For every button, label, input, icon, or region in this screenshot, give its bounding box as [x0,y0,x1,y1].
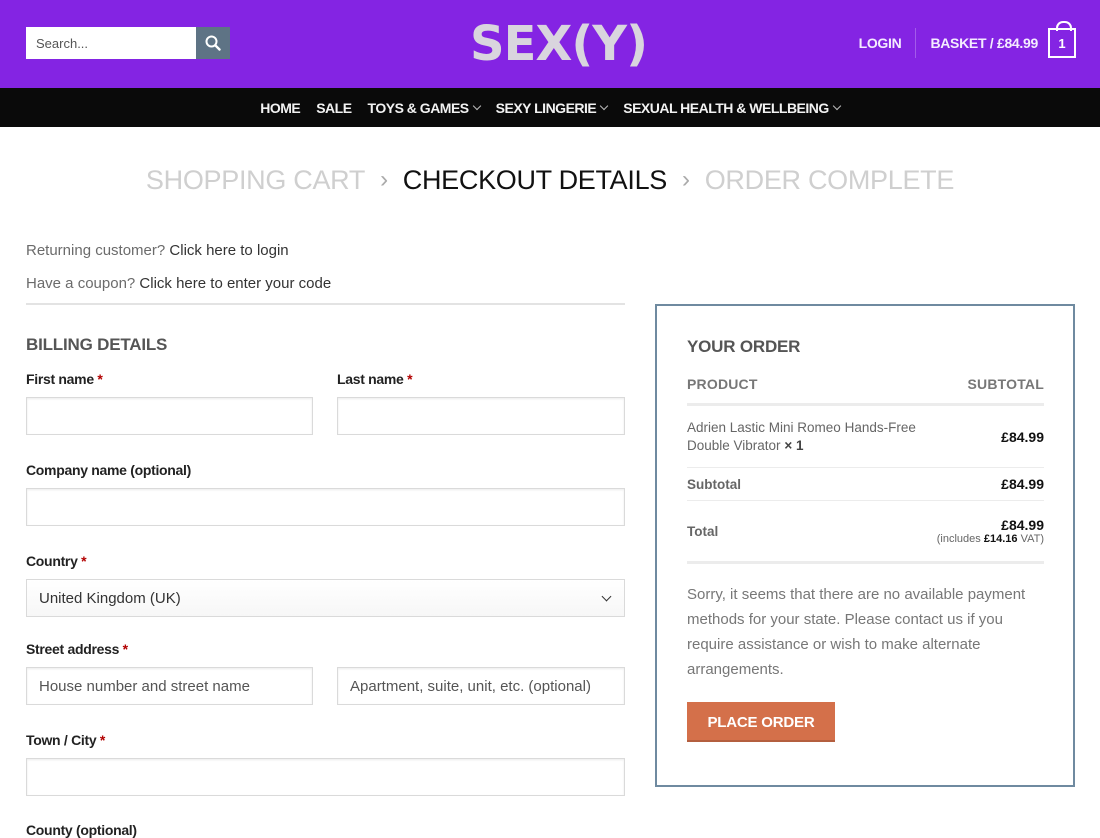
county-label-text: County (optional) [26,822,137,838]
site-header: SEX(Y) LOGIN BASKET / £84.99 1 [0,0,1100,88]
total-row: Total £84.99 (includes £14.16 VAT) [687,501,1044,564]
subtotal-column-header: SUBTOTAL [967,376,1044,392]
notice-divider [26,303,625,305]
step-order-complete: ORDER COMPLETE [704,164,955,195]
vat-note: (includes £14.16 VAT) [934,533,1044,546]
chevron-down-icon [600,101,609,110]
total-label: Total [687,523,719,539]
your-order-title: YOUR ORDER [687,337,801,356]
first-name-label: First name * [26,371,103,387]
town-city-label: Town / City * [26,732,105,748]
total-value: £84.99 [1001,516,1044,533]
nav-item-sale[interactable]: SALE [316,99,352,116]
main-nav: HOME SALE TOYS & GAMES SEXY LINGERIE SEX… [0,88,1100,127]
company-name-field[interactable] [26,488,625,526]
town-city-field[interactable] [26,758,625,796]
total-amount-block: £84.99 (includes £14.16 VAT) [934,517,1044,546]
street-address-label: Street address * [26,641,128,657]
company-name-label: Company name (optional) [26,462,191,478]
login-toggle-link[interactable]: Click here to login [169,242,288,259]
subtotal-label: Subtotal [687,476,741,492]
vat-amount: £14.16 [983,532,1018,545]
first-name-label-text: First name [26,371,94,387]
county-label: County (optional) [26,822,137,838]
step-shopping-cart[interactable]: SHOPPING CART [146,165,365,196]
required-marker: * [99,732,106,748]
header-divider [915,28,917,58]
coupon-text: Have a coupon? [26,275,136,292]
order-item-name: Adrien Lastic Mini Romeo Hands-Free Doub… [687,419,937,455]
returning-customer-text: Returning customer? [26,242,166,259]
last-name-label-text: Last name [337,371,404,387]
coupon-notice: Have a coupon? Click here to enter your … [26,275,331,292]
required-marker: * [122,641,128,657]
street-address-line2-field[interactable] [337,667,625,705]
street-address-line1-field[interactable] [26,667,313,705]
nav-item-sexual-health[interactable]: SEXUAL HEALTH & WELLBEING [623,99,842,116]
chevron-down-icon [472,101,481,110]
chevron-right-icon: › [682,166,690,193]
nav-item-label: SEXY LINGERIE [495,99,597,116]
search-form [26,27,230,59]
street-address-label-text: Street address [26,641,120,657]
nav-item-label: HOME [260,99,301,116]
login-link[interactable]: LOGIN [859,35,902,51]
country-label: Country * [26,553,87,569]
vat-suffix: VAT) [1020,532,1044,545]
search-input[interactable] [26,27,196,59]
nav-item-toys-games[interactable]: TOYS & GAMES [367,99,481,116]
required-marker: * [97,371,103,387]
cart-bag-icon[interactable]: 1 [1048,21,1076,58]
checkout-steps: SHOPPING CART › CHECKOUT DETAILS › ORDER… [0,160,1100,200]
place-order-button[interactable]: PLACE ORDER [687,702,835,742]
order-table-header: PRODUCT SUBTOTAL [687,376,1044,406]
town-city-label-text: Town / City [26,732,97,748]
required-marker: * [81,553,87,569]
order-item-row: Adrien Lastic Mini Romeo Hands-Free Doub… [687,406,1044,468]
order-item-price: £84.99 [1001,428,1044,445]
last-name-label: Last name * [337,371,413,387]
search-button[interactable] [196,27,230,59]
subtotal-value: £84.99 [1001,476,1044,492]
last-name-field[interactable] [337,397,625,435]
cart-count-badge: 1 [1058,35,1066,51]
vat-prefix: (includes [936,532,981,545]
billing-details-title: BILLING DETAILS [26,335,168,354]
required-marker: * [407,371,413,387]
chevron-down-icon [601,591,612,602]
order-review-box: YOUR ORDER PRODUCT SUBTOTAL Adrien Lasti… [655,304,1075,787]
nav-item-label: SEXUAL HEALTH & WELLBEING [623,99,829,116]
chevron-right-icon: › [380,166,388,193]
product-column-header: PRODUCT [687,376,758,392]
header-account-area: LOGIN BASKET / £84.99 1 [859,21,1076,59]
subtotal-row: Subtotal £84.99 [687,468,1044,501]
nav-item-label: SALE [316,99,352,116]
step-checkout-details[interactable]: CHECKOUT DETAILS [403,165,668,196]
site-logo[interactable]: SEX(Y) [470,14,648,74]
first-name-field[interactable] [26,397,313,435]
nav-item-home[interactable]: HOME [260,99,301,116]
country-label-text: Country [26,553,78,569]
nav-item-label: TOYS & GAMES [367,99,470,116]
chevron-down-icon [832,101,842,110]
order-item-quantity: × 1 [784,437,804,453]
basket-link[interactable]: BASKET / £84.99 [930,35,1038,51]
no-payment-methods-message: Sorry, it seems that there are no availa… [687,586,1026,678]
company-name-label-text: Company name (optional) [26,462,191,478]
nav-item-sexy-lingerie[interactable]: SEXY LINGERIE [495,99,609,116]
country-select-value: United Kingdom (UK) [39,589,181,607]
search-icon [205,35,221,51]
returning-customer-notice: Returning customer? Click here to login [26,242,289,259]
country-select[interactable]: United Kingdom (UK) [26,579,625,617]
coupon-toggle-link[interactable]: Click here to enter your code [139,275,331,292]
